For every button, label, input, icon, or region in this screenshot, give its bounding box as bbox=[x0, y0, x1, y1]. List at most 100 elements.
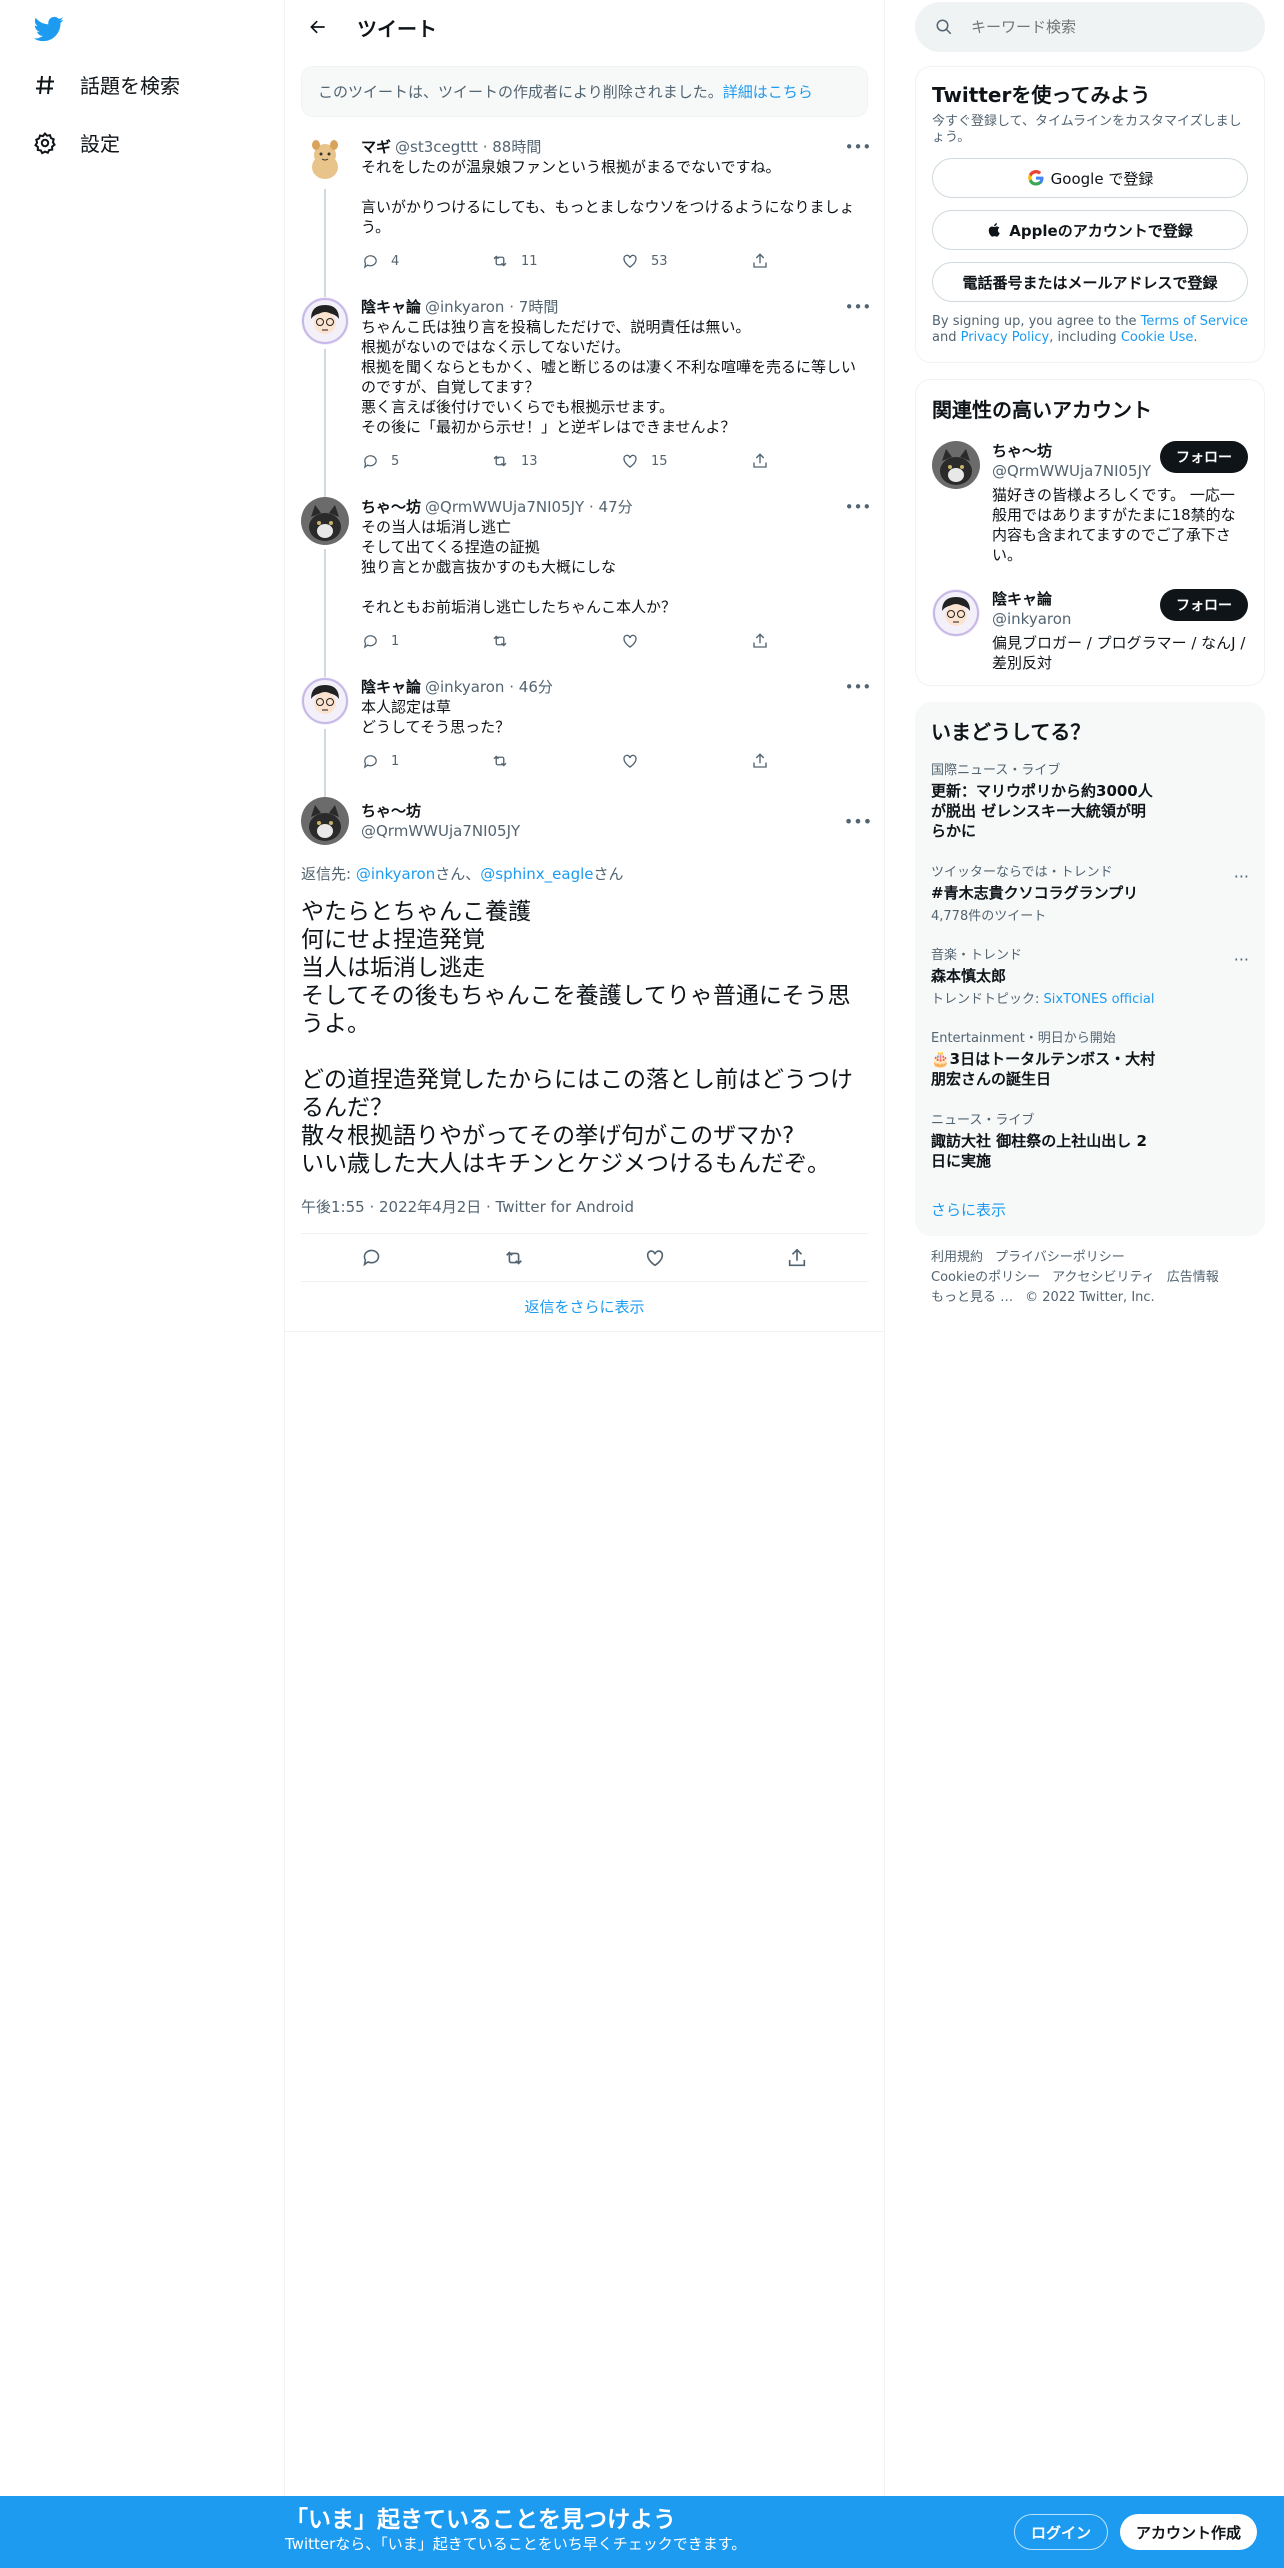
mention-link[interactable]: @inkyaron bbox=[356, 865, 435, 883]
reply-button[interactable]: 5 bbox=[361, 452, 491, 470]
trend-item[interactable]: ニュース・ライブ 諏訪大社 御柱祭の上社山出し 2日に実施 bbox=[915, 1101, 1265, 1183]
author-name[interactable]: ちゃ〜坊 bbox=[361, 801, 520, 821]
account-handle[interactable]: @inkyaron bbox=[992, 609, 1160, 629]
author-name[interactable]: 陰キャ論 bbox=[361, 297, 421, 317]
login-button[interactable]: ログイン bbox=[1014, 2514, 1109, 2550]
author-handle[interactable]: @QrmWWUja7NI05JY bbox=[425, 498, 584, 516]
sidebar-item-label: 話題を検索 bbox=[80, 74, 180, 98]
account-name[interactable]: 陰キャ論 bbox=[992, 589, 1160, 609]
account-handle[interactable]: @QrmWWUja7NI05JY bbox=[992, 461, 1160, 481]
thread-tweet[interactable]: マギ @st3cegttt · 88時間 ••• それをしたのが温泉娘ファンとい… bbox=[285, 125, 884, 297]
reply-button[interactable]: 4 bbox=[361, 252, 491, 270]
twitter-bird-icon[interactable] bbox=[32, 14, 66, 44]
reply-prefix: 返信先: bbox=[301, 865, 356, 883]
more-options-icon[interactable]: ··· bbox=[1234, 950, 1249, 969]
reply-button[interactable]: 1 bbox=[361, 632, 491, 650]
search-input[interactable] bbox=[971, 18, 1231, 36]
trend-item[interactable]: 音楽・トレンド 森本慎太郎 トレンドトピック: SixTONES officia… bbox=[915, 936, 1265, 1019]
author-name[interactable]: 陰キャ論 bbox=[361, 677, 421, 697]
retweet-button[interactable] bbox=[491, 632, 621, 650]
like-button[interactable]: 15 bbox=[621, 452, 751, 470]
avatar[interactable] bbox=[301, 137, 349, 185]
more-options-icon[interactable]: ••• bbox=[845, 677, 872, 697]
thread-tweet[interactable]: 陰キャ論 @inkyaron · 7時間 ••• ちゃんこ氏は独り言を投稿しただ… bbox=[285, 285, 884, 497]
reply-icon[interactable] bbox=[361, 1247, 383, 1269]
retweet-button[interactable]: 11 bbox=[491, 252, 621, 270]
back-button[interactable] bbox=[301, 10, 335, 44]
sidebar-item-explore[interactable]: 話題を検索 bbox=[32, 70, 180, 99]
share-icon bbox=[751, 252, 769, 270]
avatar[interactable] bbox=[932, 441, 980, 489]
share-button[interactable] bbox=[751, 452, 781, 470]
thread-tweet[interactable]: 陰キャ論 @inkyaron · 46分 ••• 本人認定は草 どうしてそう思っ… bbox=[285, 665, 884, 797]
author-name[interactable]: ちゃ〜坊 bbox=[361, 497, 421, 517]
avatar[interactable] bbox=[301, 797, 349, 845]
tweet-timestamp[interactable]: 午後1:55 · 2022年4月2日 · Twitter for Android bbox=[301, 1196, 868, 1234]
tweet-text: その当人は垢消し逃亡 そして出てくる捏造の証拠 独り言とか戯言抜かすのも大概にし… bbox=[361, 518, 677, 616]
privacy-policy-link[interactable]: Privacy Policy bbox=[961, 330, 1050, 345]
more-options-icon[interactable]: ··· bbox=[1234, 867, 1249, 886]
signup-title: Twitterを使ってみよう bbox=[932, 83, 1151, 107]
trend-item[interactable]: Entertainment・明日から開始 🎂3日はトータルテンボス・大村朋宏さん… bbox=[915, 1019, 1265, 1101]
avatar[interactable] bbox=[932, 589, 980, 637]
more-options-icon[interactable]: ••• bbox=[845, 297, 872, 317]
trend-item[interactable]: 国際ニュース・ライブ 更新：マリウポリから約3000人が脱出 ゼレンスキー大統領… bbox=[915, 751, 1265, 853]
heart-icon[interactable] bbox=[644, 1247, 666, 1269]
cookie-use-link[interactable]: Cookie Use bbox=[1121, 330, 1194, 345]
search-box[interactable] bbox=[915, 2, 1265, 52]
follow-button[interactable]: フォロー bbox=[1160, 441, 1248, 473]
terms-of-service-link[interactable]: Terms of Service bbox=[1141, 314, 1248, 329]
avatar[interactable] bbox=[301, 497, 349, 545]
show-more-trends-link[interactable]: さらに表示 bbox=[915, 1183, 1265, 1236]
share-button[interactable] bbox=[751, 752, 781, 770]
author-handle[interactable]: @inkyaron bbox=[425, 678, 504, 696]
author-handle[interactable]: @st3cegttt bbox=[395, 138, 478, 156]
like-button[interactable]: 53 bbox=[621, 252, 751, 270]
follow-button[interactable]: フォロー bbox=[1160, 589, 1248, 621]
retweet-button[interactable] bbox=[491, 752, 621, 770]
sidebar-item-settings[interactable]: 設定 bbox=[32, 128, 120, 157]
author-handle[interactable]: @QrmWWUja7NI05JY bbox=[361, 821, 520, 841]
learn-more-link[interactable]: 詳細はこちら bbox=[723, 83, 813, 101]
footer-link[interactable]: Cookieのポリシー bbox=[931, 1270, 1040, 1285]
trend-item[interactable]: ツイッターならでは・トレンド #青木志貴クソコラグランプリ 4,778件のツイー… bbox=[915, 853, 1265, 936]
footer-link[interactable]: プライバシーポリシー bbox=[995, 1250, 1125, 1265]
mention-link[interactable]: @sphinx_eagle bbox=[480, 865, 593, 883]
thread-tweet[interactable]: ちゃ〜坊 @QrmWWUja7NI05JY · 47分 ••• その当人は垢消し… bbox=[285, 485, 884, 677]
avatar[interactable] bbox=[301, 677, 349, 725]
account-row[interactable]: ちゃ〜坊 @QrmWWUja7NI05JY フォロー 猫好きの皆様よろしくです。… bbox=[916, 429, 1264, 577]
heart-icon bbox=[621, 452, 639, 470]
share-button[interactable] bbox=[751, 252, 781, 270]
share-icon[interactable] bbox=[786, 1247, 808, 1269]
retweet-icon[interactable] bbox=[503, 1247, 525, 1269]
more-options-icon[interactable]: ••• bbox=[844, 811, 872, 831]
phone-email-signup-button[interactable]: 電話番号またはメールアドレスで登録 bbox=[932, 262, 1248, 302]
share-button[interactable] bbox=[751, 632, 781, 650]
show-more-replies-button[interactable]: 返信をさらに表示 bbox=[285, 1282, 884, 1332]
retweet-button[interactable]: 13 bbox=[491, 452, 621, 470]
timestamp[interactable]: 88時間 bbox=[492, 138, 541, 156]
author-handle[interactable]: @inkyaron bbox=[425, 298, 504, 316]
timestamp[interactable]: 46分 bbox=[519, 678, 553, 696]
more-options-icon[interactable]: ••• bbox=[845, 137, 872, 157]
like-button[interactable] bbox=[621, 752, 751, 770]
like-button[interactable] bbox=[621, 632, 751, 650]
trend-topic-link[interactable]: SixTONES official bbox=[1044, 992, 1155, 1007]
signup-button[interactable]: アカウント作成 bbox=[1120, 2514, 1258, 2550]
retweet-count: 13 bbox=[521, 453, 538, 469]
footer-link[interactable]: アクセシビリティ bbox=[1052, 1270, 1155, 1285]
account-row[interactable]: 陰キャ論 @inkyaron フォロー 偏見ブロガー / プログラマー / なん… bbox=[916, 577, 1264, 685]
google-signup-button[interactable]: Google で登録 bbox=[932, 158, 1248, 198]
timestamp[interactable]: 7時間 bbox=[519, 298, 559, 316]
account-name[interactable]: ちゃ〜坊 bbox=[992, 441, 1160, 461]
author-name[interactable]: マギ bbox=[361, 137, 391, 157]
trend-category: ツイッターならでは・トレンド bbox=[931, 865, 1113, 880]
more-options-icon[interactable]: ••• bbox=[845, 497, 872, 517]
footer-link[interactable]: 広告情報 bbox=[1167, 1270, 1219, 1285]
apple-signup-button[interactable]: Appleのアカウントで登録 bbox=[932, 210, 1248, 250]
reply-button[interactable]: 1 bbox=[361, 752, 491, 770]
footer-link[interactable]: 利用規約 bbox=[931, 1250, 983, 1265]
avatar[interactable] bbox=[301, 297, 349, 345]
footer-link[interactable]: もっと見る … bbox=[931, 1290, 1013, 1305]
timestamp[interactable]: 47分 bbox=[599, 498, 633, 516]
